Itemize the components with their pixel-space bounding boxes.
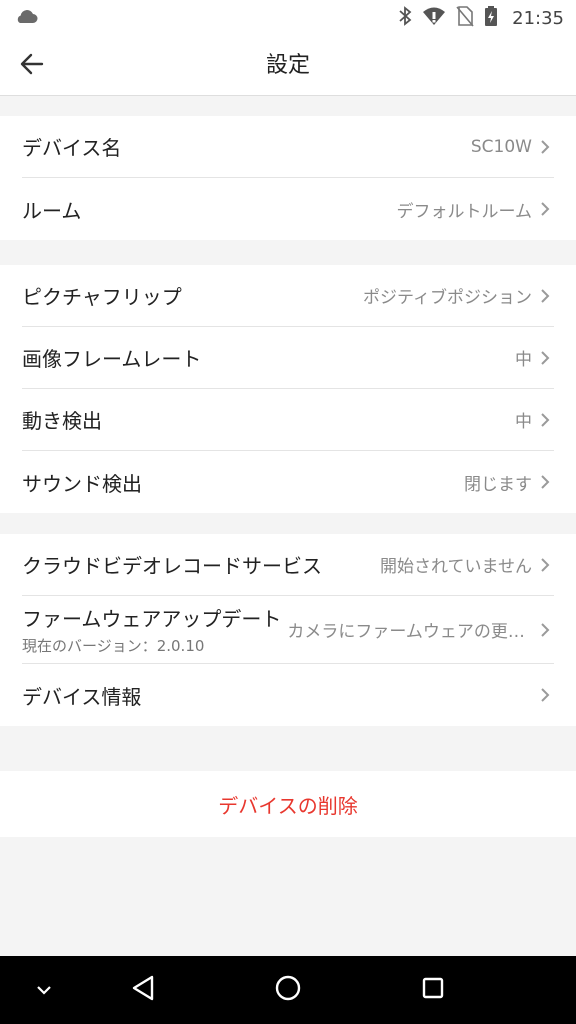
- settings-group-device: デバイス名 SC10W ルーム デフォルトルーム: [0, 116, 576, 240]
- room-label: ルーム: [22, 198, 82, 223]
- room-row[interactable]: ルーム デフォルトルーム: [22, 178, 554, 240]
- arrow-left-icon: [20, 53, 44, 79]
- sound-detection-value: 閉じます: [464, 474, 532, 495]
- firmware-update-value: カメラにファームウェアの更新はありません: [287, 622, 532, 642]
- firmware-label-stack: ファームウェアアップデート 現在のバージョン：2.0.10: [22, 603, 281, 656]
- motion-detection-label: 動き検出: [22, 409, 102, 433]
- device-name-label: デバイス名: [22, 136, 122, 160]
- settings-group-services: クラウドビデオレコードサービス 開始されていません ファームウェアアップデート …: [0, 534, 576, 726]
- no-sim-icon: [456, 5, 474, 32]
- chevron-right-icon: [540, 474, 554, 490]
- cloud-video-row[interactable]: クラウドビデオレコードサービス 開始されていません: [22, 534, 554, 596]
- firmware-version-label: 現在のバージョン：2.0.10: [22, 637, 205, 655]
- frame-rate-label: 画像フレームレート: [22, 347, 202, 371]
- device-name-row[interactable]: デバイス名 SC10W: [22, 116, 554, 178]
- clock: 21:35: [512, 7, 564, 29]
- chevron-right-icon: [540, 622, 554, 638]
- frame-rate-value: 中: [515, 350, 532, 370]
- room-value: デフォルトルーム: [396, 201, 533, 222]
- cloud-video-value: 開始されていません: [380, 557, 532, 577]
- delete-device-button[interactable]: デバイスの削除: [0, 771, 576, 837]
- chevron-down-icon: [35, 981, 53, 1000]
- settings-group-camera: ピクチャフリップ ポジティブポジション 画像フレームレート 中 動き検出 中 サ…: [0, 265, 576, 513]
- chevron-right-icon: [540, 201, 554, 217]
- chevron-right-icon: [540, 557, 554, 573]
- chevron-right-icon: [540, 350, 554, 366]
- frame-rate-row[interactable]: 画像フレームレート 中: [22, 327, 554, 389]
- picture-flip-value: ポジティブポジション: [363, 288, 532, 308]
- back-triangle-icon: [130, 974, 156, 1006]
- motion-detection-value: 中: [515, 412, 532, 432]
- firmware-update-label: ファームウェアアップデート: [22, 607, 282, 631]
- battery-charging-icon: [484, 5, 498, 32]
- system-nav-bar: [0, 956, 576, 1024]
- sound-detection-row[interactable]: サウンド検出 閉じます: [22, 451, 554, 513]
- chevron-right-icon: [540, 687, 554, 703]
- picture-flip-row[interactable]: ピクチャフリップ ポジティブポジション: [22, 265, 554, 327]
- bluetooth-icon: [398, 5, 412, 31]
- home-circle-icon: [274, 974, 302, 1006]
- motion-detection-row[interactable]: 動き検出 中: [22, 389, 554, 451]
- chevron-right-icon: [540, 139, 554, 155]
- app-bar: 設定: [0, 36, 576, 96]
- delete-device-label: デバイスの削除: [218, 793, 358, 818]
- sound-detection-label: サウンド検出: [22, 471, 142, 496]
- back-button[interactable]: [12, 46, 52, 86]
- chevron-right-icon: [540, 412, 554, 428]
- nav-home-button[interactable]: [268, 970, 308, 1010]
- device-info-label: デバイス情報: [22, 684, 142, 709]
- cloud-icon: [14, 8, 38, 28]
- chevron-right-icon: [540, 288, 554, 304]
- page-title: 設定: [265, 53, 310, 78]
- wifi-icon: [422, 6, 446, 31]
- device-info-row[interactable]: デバイス情報: [22, 664, 554, 726]
- status-bar: 21:35: [0, 0, 576, 36]
- cloud-video-label: クラウドビデオレコードサービス: [22, 554, 322, 578]
- nav-recents-button[interactable]: [413, 970, 453, 1010]
- device-name-value: SC10W: [470, 136, 532, 157]
- firmware-update-row[interactable]: ファームウェアアップデート 現在のバージョン：2.0.10 カメラにファームウェ…: [22, 596, 554, 664]
- hide-keyboard-button[interactable]: [24, 970, 64, 1010]
- picture-flip-label: ピクチャフリップ: [22, 285, 182, 309]
- recents-square-icon: [421, 976, 445, 1004]
- nav-back-button[interactable]: [123, 970, 163, 1010]
